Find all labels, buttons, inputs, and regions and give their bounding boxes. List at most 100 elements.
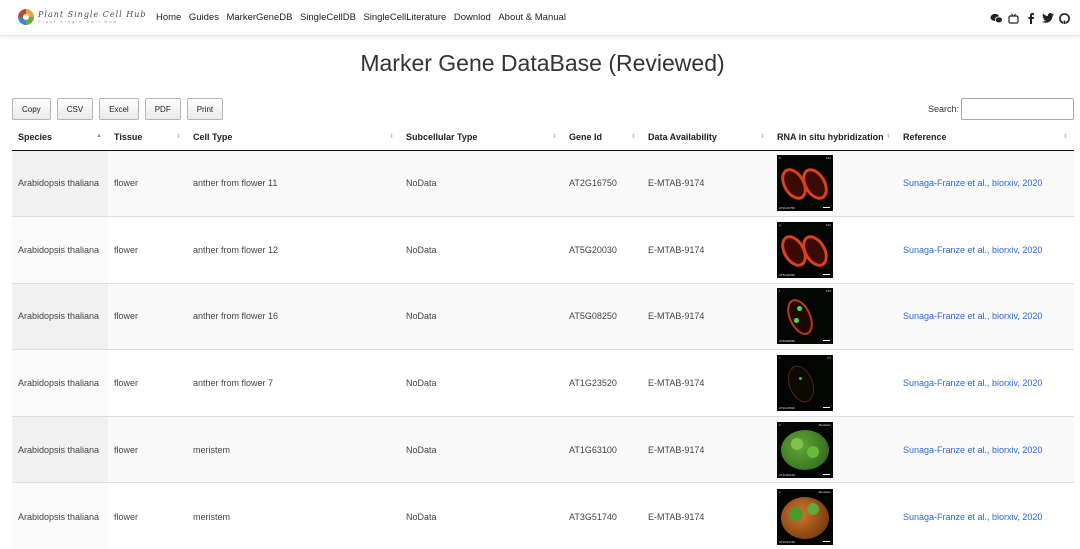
- rna-in-situ-cell: b Meristem AT1G63100: [771, 415, 897, 483]
- cell-type-cell: anther from flower 16: [187, 282, 400, 350]
- tissue-cell: flower: [108, 216, 187, 284]
- subcellular-type-cell: NoData: [400, 415, 563, 483]
- species-cell: Arabidopsis thaliana: [12, 216, 108, 284]
- facebook-icon[interactable]: [1023, 11, 1038, 25]
- sort-icon: ⬍: [551, 134, 557, 140]
- rna-in-situ-image[interactable]: f F16 AT5G08250: [777, 288, 833, 345]
- nav-link-singlecelldb[interactable]: SingleCellDB: [300, 12, 356, 23]
- cell-type-cell: anther from flower 11: [187, 149, 400, 217]
- wechat-icon[interactable]: [989, 11, 1004, 25]
- nav-link-home[interactable]: Home: [156, 12, 181, 23]
- table-header-row: Species ▲ Tissue ⬍ Cell Type ⬍ Subcellular …: [12, 124, 1074, 151]
- ish-gene-label: AT1G63100: [779, 472, 795, 477]
- reference-cell: Sunaga-Franze et al., biorxiv, 2020: [897, 415, 1074, 483]
- nav-link-markergenedb[interactable]: MarkerGeneDB: [226, 12, 292, 23]
- rna-in-situ-cell: e Meristem AT3G51740: [771, 482, 897, 549]
- subcellular-type-cell: NoData: [400, 349, 563, 417]
- rna-in-situ-image[interactable]: b Meristem AT1G63100: [777, 421, 833, 478]
- tissue-cell: flower: [108, 415, 187, 483]
- logo-flower-icon: [18, 9, 34, 25]
- ish-cell-shape: [789, 506, 803, 521]
- gene-id-cell: AT3G51740: [563, 482, 642, 549]
- rna-in-situ-image[interactable]: c F7 AT1G23520: [777, 355, 833, 412]
- csv-button[interactable]: CSV: [56, 98, 94, 120]
- github-icon[interactable]: [1057, 11, 1072, 25]
- ish-gene-label: AT5G20030: [779, 272, 795, 277]
- species-cell: Arabidopsis thaliana: [12, 415, 108, 483]
- scale-bar: [823, 407, 830, 409]
- column-header-subcellular-type[interactable]: Subcellular Type ⬍: [400, 124, 563, 151]
- rna-in-situ-cell: f F16 AT5G08250: [771, 282, 897, 350]
- sort-asc-icon: ▲: [96, 133, 102, 139]
- bilibili-icon[interactable]: [1006, 11, 1021, 25]
- ish-panel-label: c: [779, 356, 781, 361]
- subcellular-type-cell: NoData: [400, 216, 563, 284]
- column-header-tissue[interactable]: Tissue ⬍: [108, 124, 187, 151]
- ish-panel-label: b: [779, 422, 781, 427]
- gene-id-cell: AT2G16750: [563, 149, 642, 217]
- sort-icon: ⬍: [630, 134, 636, 140]
- ish-panel-label: b: [779, 156, 781, 161]
- ish-anther-shape: [783, 362, 819, 407]
- reference-link[interactable]: Sunaga-Franze et al., biorxiv, 2020: [903, 245, 1042, 255]
- ish-stage-label: F7: [827, 356, 831, 361]
- data-availability-cell: E-MTAB-9174: [642, 149, 771, 217]
- pdf-button[interactable]: PDF: [144, 98, 181, 120]
- ish-stage-label: Meristem: [818, 489, 831, 494]
- reference-link[interactable]: Sunaga-Franze et al., biorxiv, 2020: [903, 311, 1042, 321]
- twitter-icon[interactable]: [1040, 11, 1055, 25]
- tissue-cell: flower: [108, 349, 187, 417]
- species-cell: Arabidopsis thaliana: [12, 282, 108, 350]
- table-row: Arabidopsis thaliana flower anther from …: [12, 149, 1074, 217]
- column-header-data-availability[interactable]: Data Availability ⬍: [642, 124, 771, 151]
- page-title: Marker Gene DataBase (Reviewed): [360, 50, 725, 76]
- table-row: Arabidopsis thaliana flower anther from …: [12, 216, 1074, 284]
- reference-link[interactable]: Sunaga-Franze et al., biorxiv, 2020: [903, 445, 1042, 455]
- reference-link[interactable]: Sunaga-Franze et al., biorxiv, 2020: [903, 512, 1042, 522]
- column-header-rna-in-situ[interactable]: RNA in situ hybridization ⬍: [771, 124, 897, 151]
- copy-button[interactable]: Copy: [12, 98, 51, 120]
- rna-in-situ-image[interactable]: g F12 AT5G20030: [777, 221, 833, 278]
- excel-button[interactable]: Excel: [99, 98, 139, 120]
- ish-gene-label: AT1G23520: [779, 406, 795, 411]
- reference-cell: Sunaga-Franze et al., biorxiv, 2020: [897, 282, 1074, 350]
- rna-in-situ-image[interactable]: b F11 AT2G16750: [777, 155, 833, 212]
- ish-cell-shape: [781, 496, 829, 539]
- ish-stage-label: F11: [826, 156, 831, 161]
- data-availability-cell: E-MTAB-9174: [642, 282, 771, 350]
- export-toolbar: Copy CSV Excel PDF Print: [12, 98, 229, 120]
- brand-subtitle: Plant Single Cell Hub: [38, 18, 118, 24]
- reference-cell: Sunaga-Franze et al., biorxiv, 2020: [897, 216, 1074, 284]
- column-header-cell-type[interactable]: Cell Type ⬍: [187, 124, 400, 151]
- tissue-cell: flower: [108, 482, 187, 549]
- data-availability-cell: E-MTAB-9174: [642, 216, 771, 284]
- rna-in-situ-cell: c F7 AT1G23520: [771, 349, 897, 417]
- nav-link-download[interactable]: Downlod: [454, 12, 491, 23]
- species-cell: Arabidopsis thaliana: [12, 482, 108, 549]
- reference-link[interactable]: Sunaga-Franze et al., biorxiv, 2020: [903, 378, 1042, 388]
- brand-logo[interactable]: Plant Single Cell Hub Plant Single Cell …: [18, 9, 147, 25]
- nav-link-guides[interactable]: Guides: [189, 12, 219, 23]
- nav-link-singlecellliterature[interactable]: SingleCellLiterature: [363, 12, 446, 23]
- ish-cell-shape: [781, 429, 829, 470]
- reference-link[interactable]: Sunaga-Franze et al., biorxiv, 2020: [903, 178, 1042, 188]
- reference-cell: Sunaga-Franze et al., biorxiv, 2020: [897, 349, 1074, 417]
- scale-bar: [823, 273, 830, 275]
- table-row: Arabidopsis thaliana flower meristem NoD…: [12, 482, 1074, 549]
- marker-gene-table: Species ▲ Tissue ⬍ Cell Type ⬍ Subcellular …: [12, 124, 1074, 549]
- gene-id-cell: AT5G08250: [563, 282, 642, 350]
- column-header-species[interactable]: Species ▲: [12, 124, 108, 151]
- print-button[interactable]: Print: [186, 98, 224, 120]
- nav-link-about-manual[interactable]: About & Manual: [498, 12, 566, 23]
- search-input[interactable]: [961, 98, 1074, 120]
- ish-stage-label: F16: [825, 289, 831, 294]
- ish-stage-label: F12: [825, 222, 831, 227]
- reference-cell: Sunaga-Franze et al., biorxiv, 2020: [897, 149, 1074, 217]
- column-header-reference[interactable]: Reference ⬍: [897, 124, 1074, 151]
- scale-bar: [823, 207, 830, 209]
- scale-bar: [823, 540, 830, 542]
- column-header-gene-id[interactable]: Gene Id ⬍: [563, 124, 642, 151]
- subcellular-type-cell: NoData: [400, 482, 563, 549]
- rna-in-situ-image[interactable]: e Meristem AT3G51740: [777, 488, 833, 545]
- gene-id-cell: AT1G23520: [563, 349, 642, 417]
